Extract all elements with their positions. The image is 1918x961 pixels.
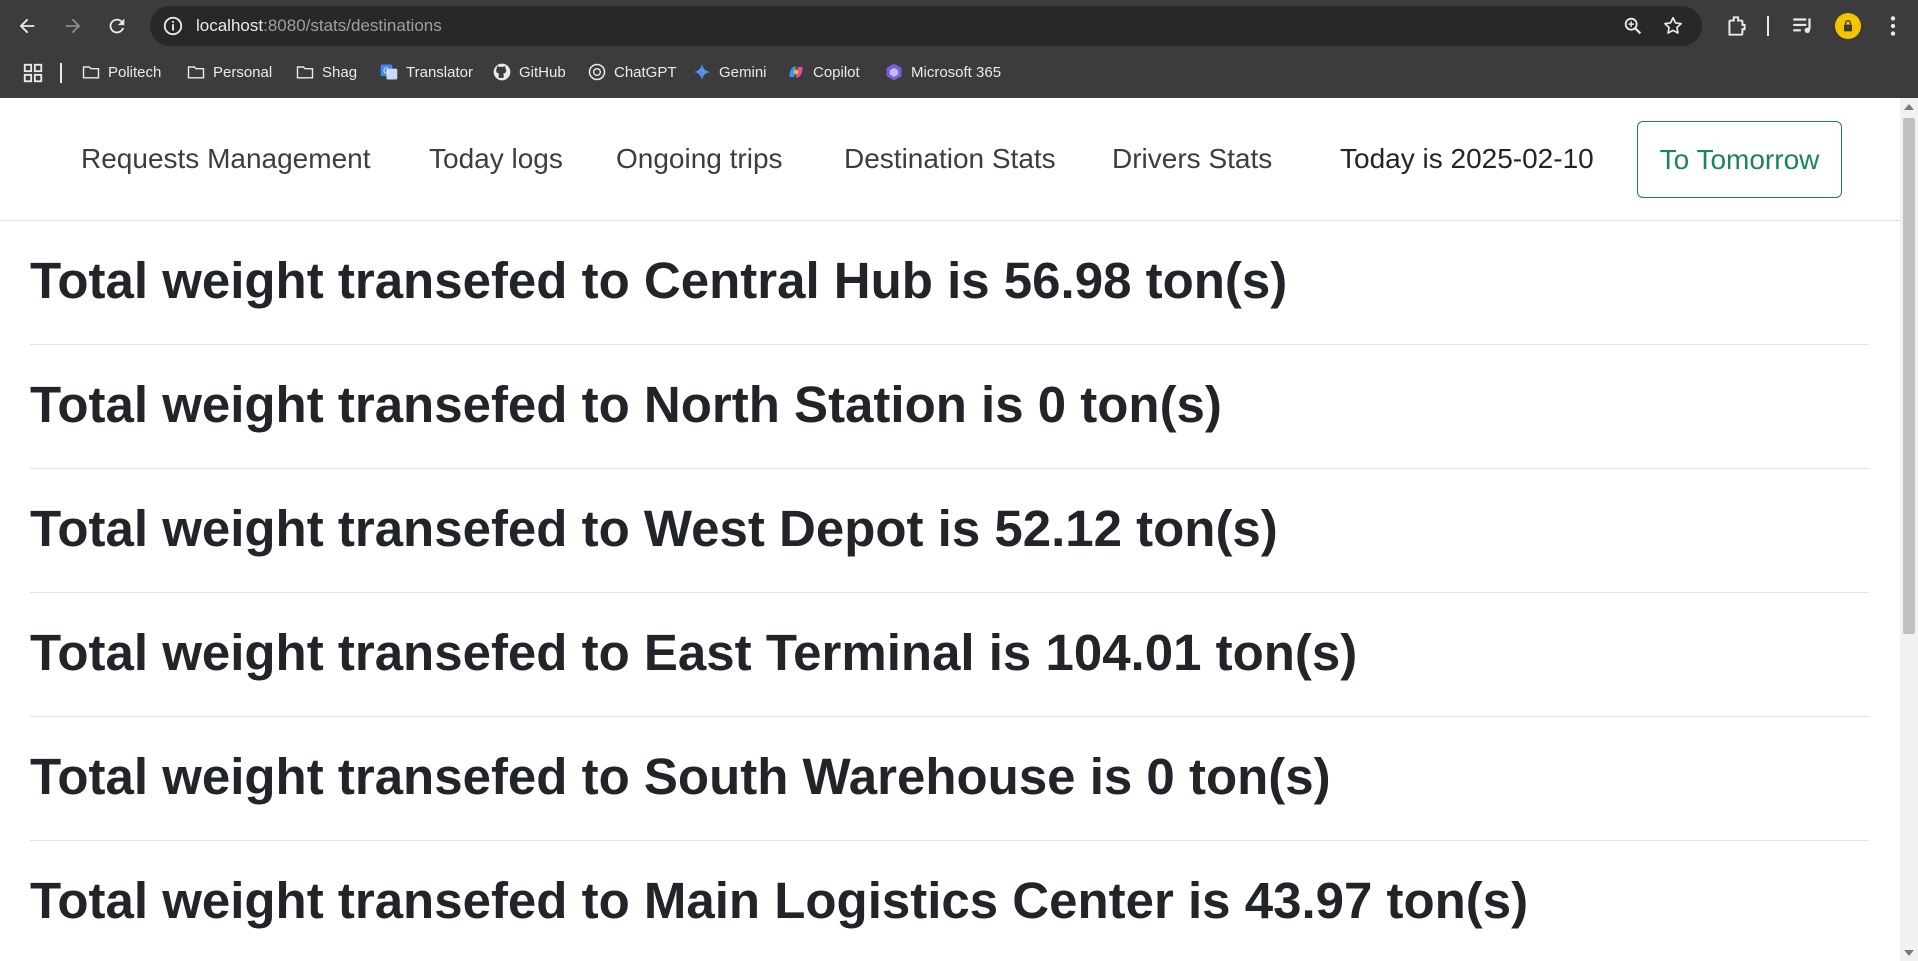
back-arrow-icon: [19, 18, 35, 34]
destination-stat-text: Total weight transefed to Main Logistics…: [30, 872, 1529, 929]
browser-chrome: localhost:8080/stats/destinations Polite…: [0, 0, 1918, 98]
destination-stat-row: Total weight transefed to North Station …: [30, 345, 1869, 469]
folder-icon: [295, 62, 315, 82]
bookmark-shag[interactable]: Shag: [295, 58, 357, 86]
bookmark-label: Translator: [406, 63, 473, 81]
nav-link-drivers-stats[interactable]: Drivers Stats: [1112, 140, 1272, 178]
to-tomorrow-button[interactable]: To Tomorrow: [1637, 121, 1842, 198]
bookmark-label: ChatGPT: [614, 63, 677, 81]
bookmark-label: Gemini: [719, 63, 767, 81]
browser-toolbar: localhost:8080/stats/destinations: [0, 0, 1918, 52]
svg-text:G: G: [383, 67, 389, 76]
destination-stat-text: Total weight transefed to South Warehous…: [30, 748, 1331, 805]
destination-stat-text: Total weight transefed to North Station …: [30, 376, 1222, 433]
scroll-up-arrow-icon[interactable]: [1904, 104, 1914, 110]
url-host: localhost: [196, 16, 264, 35]
bookmark-star-icon[interactable]: [1662, 15, 1684, 37]
bookmark-label: Microsoft 365: [911, 63, 1002, 81]
copilot-icon: [786, 62, 806, 82]
address-bar[interactable]: localhost:8080/stats/destinations: [150, 6, 1702, 46]
more-menu-icon[interactable]: [1880, 13, 1906, 39]
scrollbar-thumb[interactable]: [1903, 118, 1915, 634]
back-button[interactable]: [9, 8, 45, 44]
today-date: Today is 2025-02-10: [1340, 143, 1594, 174]
media-controls-icon[interactable]: [1790, 13, 1816, 39]
page-content: Requests Management Today logs Ongoing t…: [0, 98, 1900, 961]
extensions-icon[interactable]: [1724, 13, 1750, 39]
nav-link-ongoing-trips[interactable]: Ongoing trips: [616, 140, 783, 178]
destination-stat-text: Total weight transefed to Central Hub is…: [30, 252, 1288, 309]
folder-icon: [186, 62, 206, 82]
bookmark-translator[interactable]: G Translator: [379, 58, 473, 86]
folder-icon: [81, 62, 101, 82]
lock-icon: [1844, 20, 1852, 32]
gemini-icon: [692, 62, 712, 82]
bookmark-gemini[interactable]: Gemini: [692, 58, 767, 86]
scroll-down-arrow-icon[interactable]: [1904, 950, 1914, 956]
bookmark-label: GitHub: [519, 63, 566, 81]
bookmark-label: Politech: [108, 63, 162, 81]
apps-grid-icon[interactable]: [22, 62, 44, 84]
site-info-icon[interactable]: [162, 15, 184, 37]
zoom-icon[interactable]: [1622, 15, 1644, 37]
bookmark-label: Copilot: [813, 63, 860, 81]
bookmark-politech[interactable]: Politech: [81, 58, 161, 86]
destination-stat-row: Total weight transefed to East Terminal …: [30, 593, 1869, 717]
translator-icon: G: [379, 62, 399, 82]
nav-link-today-logs[interactable]: Today logs: [429, 140, 563, 178]
bookmark-label: Shag: [322, 63, 358, 81]
bookmark-personal[interactable]: Personal: [186, 58, 272, 86]
bookmark-chatgpt[interactable]: ChatGPT: [587, 58, 677, 86]
chatgpt-icon: [587, 62, 607, 82]
page-scrollbar[interactable]: [1900, 98, 1918, 961]
destination-stat-row: Total weight transefed to Central Hub is…: [30, 221, 1869, 345]
destination-stat-text: Total weight transefed to West Depot is …: [30, 500, 1278, 557]
bookmark-copilot[interactable]: Copilot: [786, 58, 860, 86]
destination-stat-text: Total weight transefed to East Terminal …: [30, 624, 1358, 681]
destination-stat-row: Total weight transefed to Main Logistics…: [30, 841, 1869, 961]
forward-arrow-icon: [65, 18, 81, 34]
url-path: :8080/stats/destinations: [263, 16, 442, 35]
nav-link-destination-stats[interactable]: Destination Stats: [844, 140, 1056, 178]
reload-icon: [109, 18, 125, 34]
destination-stat-row: Total weight transefed to South Warehous…: [30, 717, 1869, 841]
bookmark-microsoft-365[interactable]: Microsoft 365: [884, 58, 1001, 86]
url-text[interactable]: localhost:8080/stats/destinations: [196, 6, 442, 46]
nav-link-requests-management[interactable]: Requests Management: [81, 140, 371, 178]
toolbar-divider: [1767, 16, 1769, 36]
github-icon: [492, 62, 512, 82]
microsoft365-icon: [884, 62, 904, 82]
bookmark-label: Personal: [213, 63, 273, 81]
top-navbar: Requests Management Today logs Ongoing t…: [0, 98, 1900, 221]
bookmark-github[interactable]: GitHub: [492, 58, 566, 86]
bookmarks-bar: Politech Personal Shag G Translator GitH…: [0, 54, 1918, 90]
destination-stat-row: Total weight transefed to West Depot is …: [30, 469, 1869, 593]
reload-button[interactable]: [99, 8, 135, 44]
forward-button[interactable]: [55, 8, 91, 44]
bookmarks-divider: [60, 63, 62, 83]
profile-avatar[interactable]: [1835, 13, 1861, 39]
